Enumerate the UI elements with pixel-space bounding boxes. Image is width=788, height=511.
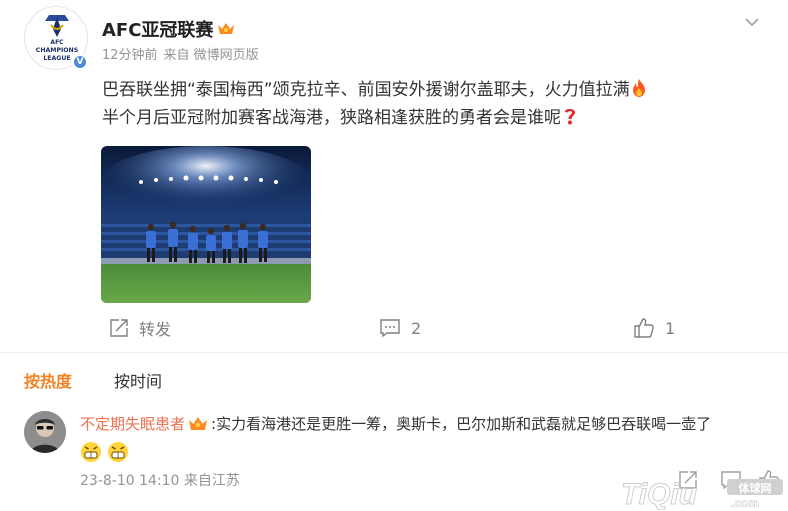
comment-emojis <box>80 441 129 467</box>
logo-text-afc: AFC <box>50 39 64 46</box>
post-text: 巴吞联坐拥“泰国梅西”颂克拉辛、前国安外援谢尔盖耶夫，火力值拉满 半个月后亚冠附… <box>102 76 742 132</box>
like-count[interactable]: 1 <box>665 319 675 338</box>
post-header: AFC CHAMPIONS LEAGUE V AFC亚冠联赛 12分钟前 来自 微… <box>24 6 764 72</box>
vip-crown-icon <box>218 23 235 34</box>
tiqiu-watermark: TiQiu 体球网 .com <box>621 476 787 511</box>
repost-icon <box>110 319 128 337</box>
post-actions: 转发 2 1 <box>101 316 781 340</box>
post-username-text[interactable]: AFC亚冠联赛 <box>102 20 213 41</box>
tiqiu-watermark-logo: TiQiu 体球网 .com <box>621 478 783 511</box>
comment-text: 不定期失眠患者 :实力看海港还是更胜一筹，奥斯卡，巴尔加斯和武磊就足够巴吞联喝一壶… <box>80 412 780 436</box>
logo-text-league: LEAGUE <box>43 55 70 62</box>
repost-button[interactable]: 转发 <box>109 316 171 340</box>
post-text-line-1-content: 巴吞联坐拥“泰国梅西”颂克拉辛、前国安外援谢尔盖耶夫，火力值拉满 <box>102 80 630 100</box>
logo-text-champions: CHAMPIONS <box>36 47 78 54</box>
watermark-text: TiQiu <box>621 478 697 510</box>
post-source: 来自 微博网页版 <box>163 48 259 63</box>
fire-icon <box>632 79 645 97</box>
divider <box>0 352 788 353</box>
commenter-username[interactable]: 不定期失眠患者 <box>80 415 185 433</box>
commenter-avatar-image <box>24 411 66 453</box>
post-username[interactable]: AFC亚冠联赛 <box>102 16 235 42</box>
question-icon <box>565 109 575 125</box>
chevron-down-icon[interactable] <box>742 12 762 32</box>
post-image-team-photo[interactable] <box>101 146 311 303</box>
verified-badge-icon: V <box>72 54 88 70</box>
vip-crown-icon <box>189 417 208 430</box>
thumbs-up-icon <box>634 318 654 338</box>
watermark-suffix: .com <box>731 496 759 510</box>
grin-emoji-icon <box>108 442 129 462</box>
tab-sort-by-time[interactable]: 按时间 <box>114 368 162 392</box>
like-button[interactable]: 1 <box>633 316 675 340</box>
watermark-badge: 体球网 <box>739 481 772 495</box>
repost-label[interactable]: 转发 <box>139 316 171 340</box>
post-text-line-2: 半个月后亚冠附加赛客战海港，狭路相逢获胜的勇者会是谁呢 <box>102 104 742 132</box>
post-text-line-1: 巴吞联坐拥“泰国梅西”颂克拉辛、前国安外援谢尔盖耶夫，火力值拉满 <box>102 76 742 104</box>
comment-button[interactable]: 2 <box>379 316 421 340</box>
grin-emoji-icon <box>81 442 101 462</box>
post-meta: 12分钟前 来自 微博网页版 <box>102 44 259 63</box>
post-time[interactable]: 12分钟前 <box>102 48 158 63</box>
comment-count[interactable]: 2 <box>411 319 421 338</box>
team-photo <box>101 146 311 303</box>
tab-sort-by-hot[interactable]: 按热度 <box>24 368 72 392</box>
comment-time: 23-8-10 14:10 来自江苏 <box>80 473 240 489</box>
comment-content: :实力看海港还是更胜一筹，奥斯卡，巴尔加斯和武磊就足够巴吞联喝一壶了 <box>211 415 712 433</box>
commenter-avatar[interactable] <box>24 411 66 453</box>
comment-icon <box>380 319 400 338</box>
post-text-line-2-content: 半个月后亚冠附加赛客战海港，狭路相逢获胜的勇者会是谁呢 <box>102 108 561 128</box>
